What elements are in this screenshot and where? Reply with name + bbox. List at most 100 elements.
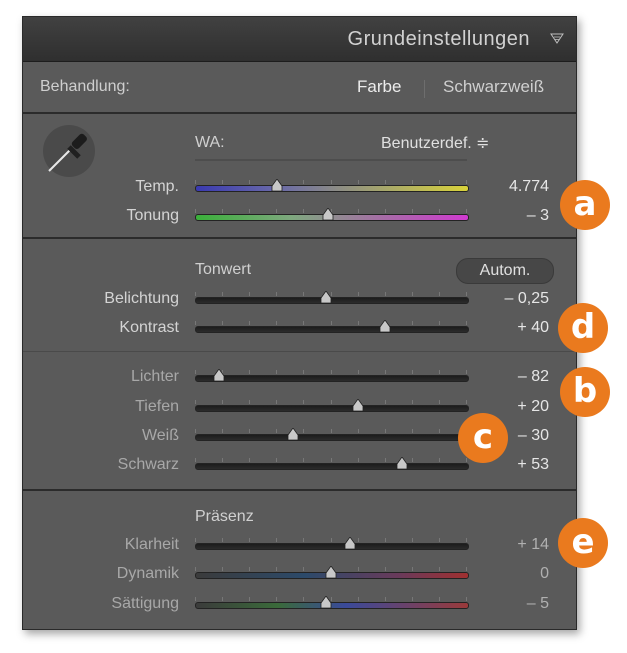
- presence-heading: Präsenz: [195, 508, 254, 525]
- tick-mark: [466, 400, 467, 404]
- tick-mark: [249, 400, 251, 404]
- highlights-value[interactable]: – 82: [469, 368, 549, 386]
- whites-label: Weiß: [141, 427, 179, 444]
- treatment-separator: [424, 80, 425, 98]
- shadows-slider-thumb[interactable]: [352, 399, 364, 412]
- clarity-slider-thumb[interactable]: [344, 537, 356, 550]
- tick-mark: [438, 567, 440, 571]
- tick-mark: [195, 292, 196, 296]
- tick-mark: [466, 209, 467, 213]
- saturation-slider-track[interactable]: [195, 602, 469, 609]
- whites-slider-track[interactable]: [195, 434, 469, 441]
- tick-mark: [222, 597, 224, 601]
- shadows-slider-track[interactable]: [195, 405, 469, 412]
- tick-mark: [357, 567, 359, 571]
- tick-mark: [466, 458, 467, 462]
- tick-mark: [438, 597, 440, 601]
- wb-preset-select[interactable]: Benutzerdef. ≑: [381, 133, 490, 153]
- tick-mark: [276, 458, 278, 462]
- exposure-slider-track[interactable]: [195, 297, 469, 304]
- tick-mark: [195, 400, 196, 404]
- tick-mark: [222, 400, 224, 404]
- tint-slider-thumb[interactable]: [322, 208, 334, 221]
- tick-mark: [330, 429, 332, 433]
- temp-slider-thumb[interactable]: [271, 179, 283, 192]
- highlights-slider-thumb[interactable]: [213, 369, 225, 382]
- temp-value[interactable]: 4.774: [469, 178, 549, 196]
- tick-mark: [411, 321, 413, 325]
- tick-mark: [357, 370, 359, 374]
- tick-mark: [357, 180, 359, 184]
- vibrance-slider-thumb[interactable]: [325, 566, 337, 579]
- tick-mark: [303, 400, 305, 404]
- clarity-value[interactable]: + 14: [469, 536, 549, 554]
- tick-mark: [357, 458, 359, 462]
- tick-mark: [303, 292, 305, 296]
- vibrance-value[interactable]: 0: [469, 565, 549, 583]
- eyedropper-icon[interactable]: [39, 121, 99, 181]
- highlights-label: Lichter: [130, 368, 179, 385]
- temp-slider-track[interactable]: [195, 185, 469, 192]
- tick-mark: [303, 597, 305, 601]
- tick-mark: [195, 429, 196, 433]
- clarity-label: Klarheit: [124, 536, 179, 553]
- panel-header[interactable]: Grundeinstellungen: [23, 17, 576, 62]
- blacks-slider-track[interactable]: [195, 463, 469, 470]
- tick-mark: [384, 400, 386, 404]
- contrast-label: Kontrast: [119, 319, 179, 336]
- shadows-label: Tiefen: [135, 398, 179, 415]
- tick-mark: [303, 370, 305, 374]
- callout-badge-d: d: [558, 303, 608, 353]
- callout-badge-a: a: [560, 180, 610, 230]
- blacks-ticks: [195, 458, 467, 462]
- tint-value[interactable]: – 3: [469, 207, 549, 225]
- tick-mark: [438, 458, 440, 462]
- callout-badge-e: e: [558, 518, 608, 568]
- callout-badge-c: c: [458, 413, 508, 463]
- tick-mark: [195, 321, 196, 325]
- saturation-slider-thumb[interactable]: [320, 596, 332, 609]
- exposure-value[interactable]: – 0,25: [469, 290, 549, 308]
- contrast-value[interactable]: + 40: [469, 319, 549, 337]
- contrast-slider-track[interactable]: [195, 326, 469, 333]
- tick-mark: [195, 597, 196, 601]
- saturation-value[interactable]: – 5: [469, 595, 549, 613]
- whites-slider-thumb[interactable]: [287, 428, 299, 441]
- tick-mark: [330, 538, 332, 542]
- tick-mark: [357, 209, 359, 213]
- clarity-slider-track[interactable]: [195, 543, 469, 550]
- exposure-slider-thumb[interactable]: [320, 291, 332, 304]
- tick-mark: [357, 292, 359, 296]
- tick-mark: [384, 458, 386, 462]
- tick-mark: [411, 292, 413, 296]
- tick-mark: [249, 180, 251, 184]
- tick-mark: [222, 458, 224, 462]
- auto-tone-button[interactable]: Autom.: [456, 258, 554, 284]
- treatment-color-button[interactable]: Farbe: [357, 77, 401, 97]
- tick-mark: [466, 538, 467, 542]
- tick-mark: [384, 370, 386, 374]
- tick-mark: [466, 370, 467, 374]
- tick-mark: [222, 538, 224, 542]
- tick-mark: [384, 538, 386, 542]
- tick-mark: [249, 597, 251, 601]
- tick-mark: [411, 458, 413, 462]
- tick-mark: [438, 209, 440, 213]
- tick-mark: [249, 429, 251, 433]
- treatment-row: Behandlung: Farbe Schwarzweiß: [23, 62, 576, 114]
- tick-mark: [384, 429, 386, 433]
- tick-mark: [438, 321, 440, 325]
- tick-mark: [357, 321, 359, 325]
- blacks-slider-thumb[interactable]: [396, 457, 408, 470]
- contrast-slider-thumb[interactable]: [379, 320, 391, 333]
- highlights-ticks: [195, 370, 467, 374]
- whites-ticks: [195, 429, 467, 433]
- collapse-triangle-icon[interactable]: [550, 31, 564, 45]
- tick-mark: [276, 567, 278, 571]
- treatment-bw-button[interactable]: Schwarzweiß: [443, 77, 544, 97]
- tick-mark: [303, 180, 305, 184]
- highlights-slider-track[interactable]: [195, 375, 469, 382]
- tick-mark: [303, 538, 305, 542]
- shadows-ticks: [195, 400, 467, 404]
- tick-mark: [466, 180, 467, 184]
